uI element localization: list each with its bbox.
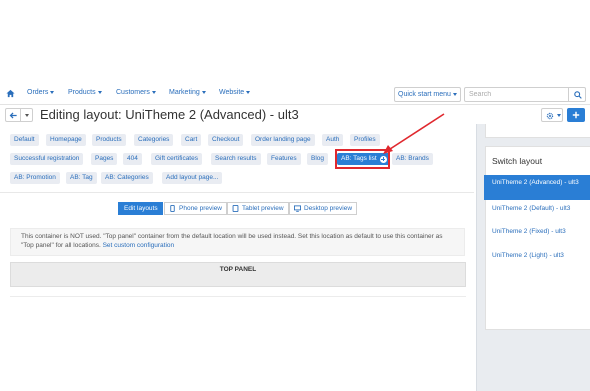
location-tab[interactable]: Profiles [350,134,380,146]
nav-label: Marketing [169,89,200,96]
tab-desktop-preview[interactable]: Desktop preview [289,202,358,215]
layout-item-default[interactable]: UniTheme 2 (Default) - ult3 [484,201,590,216]
caret-down-icon [557,114,561,117]
caret-down-icon [201,90,206,94]
caret-down-icon [452,92,457,96]
nav-label: Products [68,89,96,96]
container-notice: This container is NOT used. "Top panel" … [10,228,465,256]
divider [10,296,466,297]
tab-edit-layouts[interactable]: Edit layouts [118,202,163,215]
tablet-icon [232,205,239,212]
location-tab[interactable]: Homepage [46,134,86,146]
gear-icon [546,112,554,120]
notice-text: This container is NOT used. "Top panel" … [21,233,443,249]
quick-start-menu-button[interactable]: Quick start menu [394,87,461,102]
top-panel-container[interactable]: TOP PANEL [10,262,466,287]
search-button[interactable] [569,87,586,102]
layout-item-advanced[interactable]: UniTheme 2 (Advanced) - ult3 [484,175,590,200]
annotation-highlight-box [335,149,390,169]
location-tab[interactable]: AB: Categories [101,172,153,184]
add-layout-page-button[interactable]: Add layout page... [162,172,223,184]
set-custom-configuration-link[interactable]: Set custom configuration [103,242,175,249]
arrow-left-icon [9,112,17,119]
nav-label: Orders [27,89,49,96]
tab-label: Desktop preview [304,205,353,212]
caret-down-icon [151,90,156,94]
location-tab[interactable]: Gift certificates [151,153,202,165]
location-tab[interactable]: AB: Promotion [10,172,60,184]
location-tab[interactable]: Blog [307,153,329,165]
add-button[interactable] [567,108,585,122]
location-tab[interactable]: 404 [123,153,142,165]
location-tab[interactable]: Cart [181,134,202,146]
switch-layout-title: Switch layout [492,156,543,166]
caret-down-icon [97,90,102,94]
location-tab[interactable]: Checkout [208,134,244,146]
phone-icon [170,205,175,212]
tab-phone-preview[interactable]: Phone preview [164,202,227,215]
page-title: Editing layout: UniTheme 2 (Advanced) - … [40,107,299,122]
location-tab[interactable]: AB: Brands [392,153,433,165]
search-icon [574,91,582,99]
location-tab[interactable]: Search results [211,153,261,165]
quick-start-label: Quick start menu [398,91,451,98]
location-tab[interactable]: Successful registration [10,153,84,165]
location-tab[interactable]: Categories [134,134,174,146]
nav-website[interactable]: Website [219,89,251,96]
location-tab[interactable]: Products [92,134,126,146]
nav-label: Customers [116,89,150,96]
caret-down-icon [50,90,55,94]
home-icon[interactable] [6,89,15,98]
caret-down-icon [246,90,251,94]
location-tab[interactable]: Pages [91,153,118,165]
nav-label: Website [219,89,245,96]
tab-label: Tablet preview [242,205,284,212]
location-tab[interactable]: Order landing page [251,134,315,146]
search-input[interactable] [464,87,569,102]
sidebar-top-panel [485,124,590,138]
back-dropdown-button[interactable] [21,108,33,122]
nav-orders[interactable]: Orders [27,89,55,96]
back-button[interactable] [5,108,21,122]
desktop-icon [294,205,301,212]
nav-marketing[interactable]: Marketing [169,89,206,96]
tab-label: Phone preview [179,205,222,212]
nav-customers[interactable]: Customers [116,89,156,96]
nav-products[interactable]: Products [68,89,102,96]
location-tab[interactable]: Features [267,153,301,165]
tab-tablet-preview[interactable]: Tablet preview [227,202,289,215]
layout-item-light[interactable]: UniTheme 2 (Light) - ult3 [484,248,590,263]
container-title: TOP PANEL [219,266,257,273]
caret-down-icon [25,114,29,117]
plus-icon [572,111,580,119]
location-tab[interactable]: AB: Tag [66,172,97,184]
divider [0,192,474,193]
settings-button[interactable] [541,108,563,122]
location-tab[interactable]: Auth [322,134,344,146]
layout-item-fixed[interactable]: UniTheme 2 (Fixed) - ult3 [484,224,590,239]
location-tab[interactable]: Default [10,134,39,146]
